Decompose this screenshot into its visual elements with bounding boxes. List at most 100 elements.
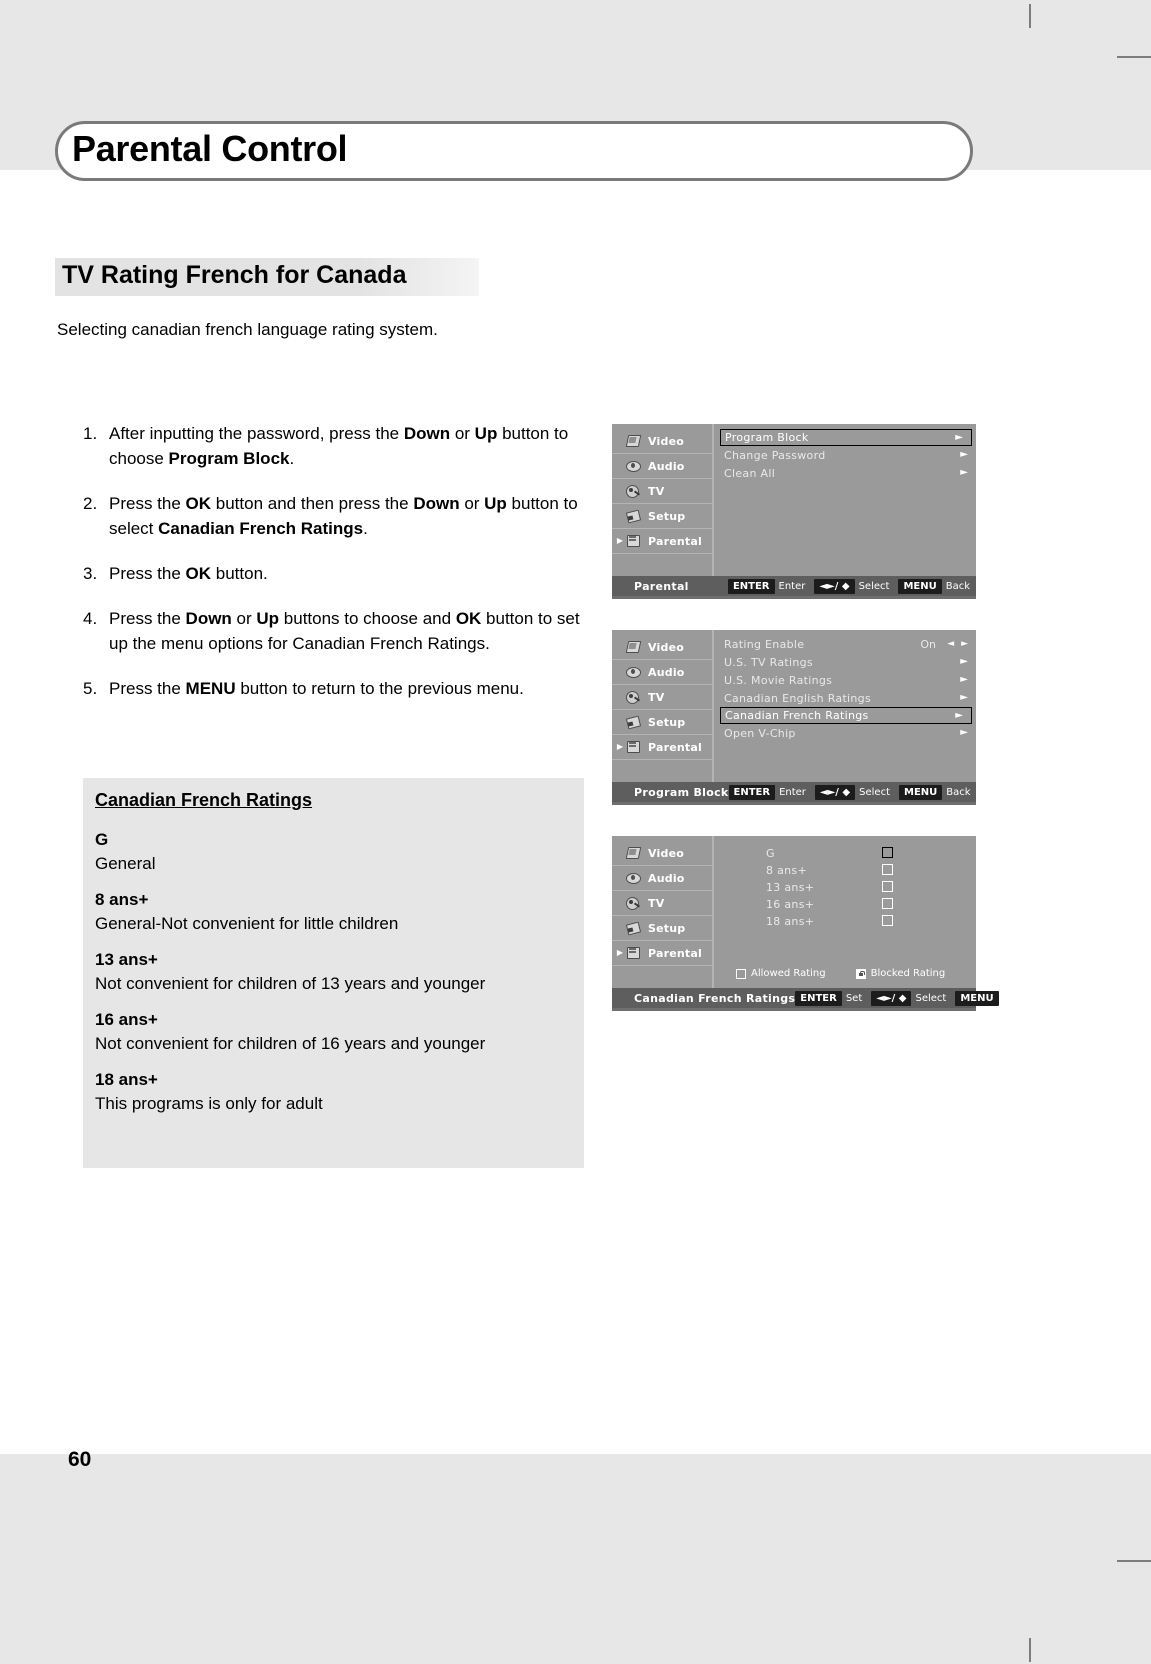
ratings-definition-list: G General 8 ans+ General-Not convenient for… bbox=[95, 828, 575, 1128]
osd-rating-checkbox[interactable] bbox=[882, 915, 893, 926]
enter-key-badge[interactable]: ENTER bbox=[728, 784, 776, 800]
enter-key-badge[interactable]: ENTER bbox=[727, 578, 775, 594]
enter-key-badge[interactable]: ENTER bbox=[795, 990, 842, 1006]
rating-code: 16 ans+ bbox=[95, 1010, 158, 1029]
crop-mark-bottom-left bbox=[1029, 1638, 1031, 1662]
osd-menu-row[interactable]: Rating Enable On ◄ ► bbox=[714, 635, 976, 653]
audio-icon bbox=[625, 664, 643, 680]
osd-nav-label: Audio bbox=[648, 665, 685, 679]
osd-menu-row[interactable]: Canadian French Ratings ► bbox=[720, 707, 972, 724]
osd-row-arrow-icon[interactable]: ► bbox=[960, 675, 968, 685]
osd-footer: Parental ENTER Enter ◄►/ ◆ Select MENU Back bbox=[612, 576, 976, 596]
osd-row-left-right-icon[interactable]: ◄ ► bbox=[947, 639, 970, 649]
osd-menu-row[interactable]: U.S. Movie Ratings ► bbox=[714, 671, 976, 689]
rating-code: 13 ans+ bbox=[95, 950, 158, 969]
back-key-label: Back bbox=[946, 786, 971, 798]
audio-icon bbox=[625, 870, 643, 886]
tv-icon bbox=[625, 483, 643, 499]
osd-rating-checkbox[interactable] bbox=[882, 881, 893, 892]
menu-key-badge[interactable]: MENU bbox=[955, 990, 999, 1006]
osd-rating-row[interactable]: 8 ans+ bbox=[714, 862, 976, 879]
direction-keys-badge[interactable]: ◄►/ ◆ bbox=[871, 990, 912, 1006]
osd-row-label: Clean All bbox=[724, 466, 776, 480]
osd-nav-item-parental[interactable]: ▶ Parental bbox=[612, 735, 712, 760]
instruction-step-text: Press the MENU button to return to the p… bbox=[109, 679, 524, 698]
osd-nav-label: Setup bbox=[648, 715, 686, 729]
osd-rating-row[interactable]: 13 ans+ bbox=[714, 879, 976, 896]
instruction-step-text: Press the OK button and then press the D… bbox=[109, 494, 578, 538]
osd-rating-checkbox[interactable] bbox=[882, 847, 893, 858]
osd-content-pane: Program Block ► Change Password ► Clean All ► bbox=[714, 424, 976, 576]
osd-rating-row[interactable]: 18 ans+ bbox=[714, 913, 976, 930]
osd-nav-label: TV bbox=[648, 896, 665, 910]
rating-code: 18 ans+ bbox=[95, 1070, 158, 1089]
video-icon bbox=[625, 433, 643, 449]
rating-code: 8 ans+ bbox=[95, 890, 149, 909]
back-key-label: Back bbox=[1002, 992, 1027, 1004]
direction-keys-badge[interactable]: ◄►/ ◆ bbox=[814, 784, 856, 800]
osd-nav-label: TV bbox=[648, 690, 665, 704]
osd-row-label: Canadian French Ratings bbox=[725, 709, 869, 722]
enter-key-label: Enter bbox=[779, 786, 806, 798]
osd-row-arrow-icon[interactable]: ► bbox=[960, 468, 968, 478]
osd-rating-checkbox[interactable] bbox=[882, 898, 893, 909]
selection-caret-icon: ▶ bbox=[616, 948, 624, 957]
osd-nav-item-parental[interactable]: ▶ Parental bbox=[612, 941, 712, 966]
setup-icon bbox=[625, 508, 643, 524]
page-canvas: Parental Control TV Rating French for Ca… bbox=[0, 0, 1151, 1664]
blocked-rating-lock-icon bbox=[855, 968, 866, 979]
osd-row-arrow-icon[interactable]: ► bbox=[960, 450, 968, 460]
osd-nav-item-video[interactable]: Video bbox=[612, 841, 712, 866]
osd-menu-row[interactable]: U.S. TV Ratings ► bbox=[714, 653, 976, 671]
osd-rating-row[interactable]: G bbox=[714, 845, 976, 862]
osd-content-pane: Rating Enable On ◄ ► U.S. TV Ratings ► U.S. M… bbox=[714, 630, 976, 782]
osd-row-label: U.S. Movie Ratings bbox=[724, 673, 833, 687]
osd-nav-label: Audio bbox=[648, 871, 685, 885]
osd-menu-row[interactable]: Open V-Chip ► bbox=[714, 724, 976, 742]
osd-nav-label: Video bbox=[648, 640, 684, 654]
osd-nav-item-setup[interactable]: Setup bbox=[612, 916, 712, 941]
rating-definition: 13 ans+ Not convenient for children of 13… bbox=[95, 948, 575, 996]
osd-nav-item-audio[interactable]: Audio bbox=[612, 454, 712, 479]
osd-nav-item-video[interactable]: Video bbox=[612, 635, 712, 660]
select-key-label: Select bbox=[859, 786, 890, 798]
osd-nav-item-audio[interactable]: Audio bbox=[612, 660, 712, 685]
osd-nav-item-parental[interactable]: ▶ Parental bbox=[612, 529, 712, 554]
osd-nav-item-setup[interactable]: Setup bbox=[612, 504, 712, 529]
osd-row-arrow-icon[interactable]: ► bbox=[960, 728, 968, 738]
osd-row-label: Rating Enable bbox=[724, 637, 805, 651]
menu-key-badge[interactable]: MENU bbox=[898, 578, 942, 594]
osd-nav-item-tv[interactable]: TV bbox=[612, 479, 712, 504]
osd-menu-row[interactable]: Change Password ► bbox=[714, 446, 976, 464]
osd-menu-row[interactable]: Clean All ► bbox=[714, 464, 976, 482]
direction-keys-badge[interactable]: ◄►/ ◆ bbox=[814, 578, 855, 594]
osd-footer-title: Parental bbox=[634, 579, 689, 593]
osd-row-arrow-icon[interactable]: ► bbox=[955, 432, 963, 443]
osd-nav-label: Parental bbox=[648, 740, 702, 754]
osd-rating-row[interactable]: 16 ans+ bbox=[714, 896, 976, 913]
page-title: Parental Control bbox=[72, 128, 348, 169]
osd-rating-checkbox[interactable] bbox=[882, 864, 893, 875]
osd-row-arrow-icon[interactable]: ► bbox=[960, 657, 968, 667]
osd-row-arrow-icon[interactable]: ► bbox=[960, 693, 968, 703]
osd-rating-label: 8 ans+ bbox=[766, 864, 807, 877]
osd-rating-label: 18 ans+ bbox=[766, 915, 815, 928]
instruction-step-number: 5. bbox=[83, 679, 98, 698]
osd-row-label: Canadian English Ratings bbox=[724, 691, 871, 705]
osd-rating-label: 16 ans+ bbox=[766, 898, 815, 911]
osd-menu-row[interactable]: Canadian English Ratings ► bbox=[714, 689, 976, 707]
osd-nav-item-setup[interactable]: Setup bbox=[612, 710, 712, 735]
osd-row-arrow-icon[interactable]: ► bbox=[955, 710, 963, 721]
instruction-step: 2. Press the OK button and then press the… bbox=[83, 491, 583, 541]
osd-rating-label: G bbox=[766, 847, 775, 860]
osd-menu-row[interactable]: Program Block ► bbox=[720, 429, 972, 446]
osd-nav-item-video[interactable]: Video bbox=[612, 429, 712, 454]
osd-nav-item-audio[interactable]: Audio bbox=[612, 866, 712, 891]
select-key-label: Select bbox=[915, 992, 947, 1004]
osd-nav-item-tv[interactable]: TV bbox=[612, 685, 712, 710]
osd-nav-item-tv[interactable]: TV bbox=[612, 891, 712, 916]
osd-content-pane: G 8 ans+ 13 ans+ 16 ans+ 18 ans+ Allowed Rati… bbox=[714, 836, 976, 988]
ratings-infobox-title: Canadian French Ratings bbox=[95, 790, 313, 810]
menu-key-badge[interactable]: MENU bbox=[899, 784, 943, 800]
selection-caret-icon: ▶ bbox=[616, 742, 624, 751]
